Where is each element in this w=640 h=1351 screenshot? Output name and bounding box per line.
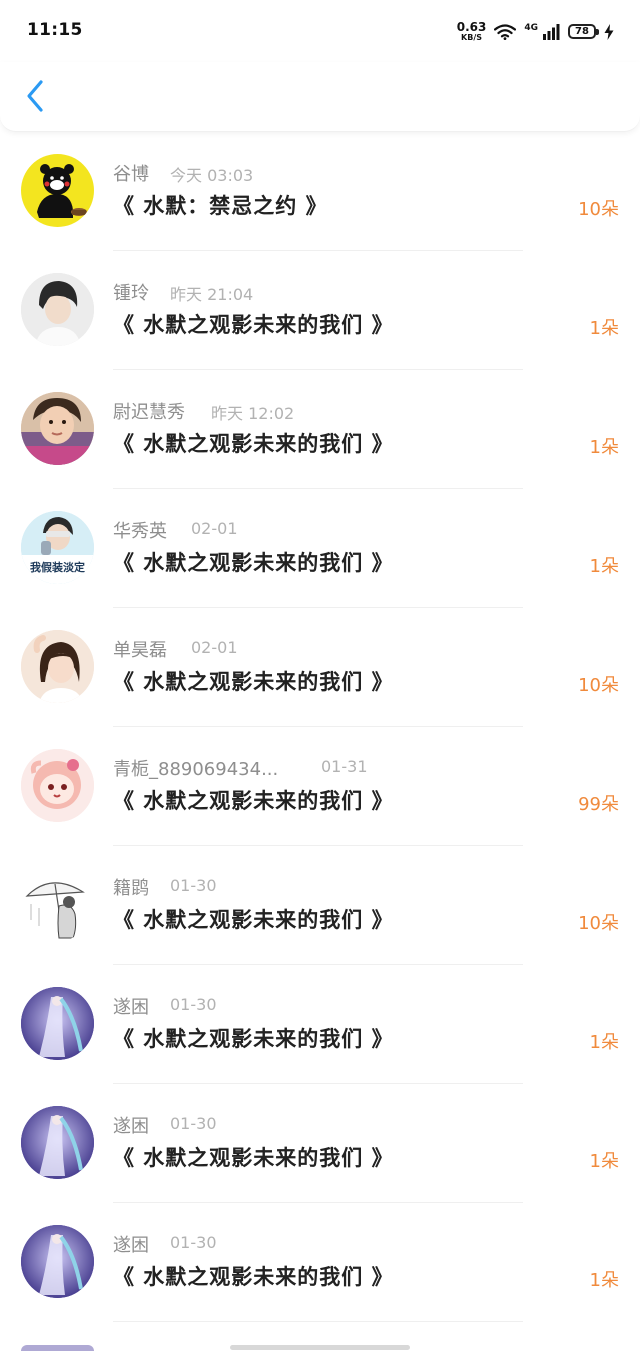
- anime-avatar-icon: [21, 987, 94, 1060]
- list-item[interactable]: 籍鹍 01-30 《 水默之观影未来的我们 》 10朵: [0, 847, 640, 966]
- list-item[interactable]: 锺玲 昨天 21:04 《 水默之观影未来的我们 》 1朵: [0, 252, 640, 371]
- avatar-caption: 我假装淡定: [30, 561, 85, 574]
- flower-count: 1朵: [589, 318, 619, 339]
- record-time: 01-30: [170, 876, 217, 895]
- flower-count: 1朵: [589, 437, 619, 458]
- status-icons: 0.63 KB/S 4G 78: [457, 21, 614, 42]
- flower-count: 1朵: [589, 556, 619, 577]
- nav-header: [0, 62, 640, 132]
- user-name: 锺玲: [113, 283, 149, 304]
- record-time: 今天 03:03: [170, 166, 254, 185]
- record-time: 昨天 12:02: [211, 404, 295, 423]
- work-title[interactable]: 《 水默之观影未来的我们 》: [113, 1142, 394, 1172]
- work-title[interactable]: 《 水默：禁忌之约 》: [113, 190, 328, 220]
- cartoon-avatar-icon: [21, 749, 94, 822]
- charging-icon: [604, 23, 614, 40]
- work-title[interactable]: 《 水默之观影未来的我们 》: [113, 666, 394, 696]
- user-name: 谷博: [113, 164, 149, 185]
- flower-count: 1朵: [589, 1032, 619, 1053]
- flower-count: 10朵: [578, 913, 619, 934]
- list-item[interactable]: 遂困 01-30 《 水默之观影未来的我们 》 1朵: [0, 966, 640, 1085]
- list-item[interactable]: 单昊磊 02-01 《 水默之观影未来的我们 》 10朵: [0, 609, 640, 728]
- work-title[interactable]: 《 水默之观影未来的我们 》: [113, 1261, 394, 1291]
- umbrella-avatar-icon: [21, 868, 94, 941]
- record-time: 02-01: [191, 519, 238, 538]
- list-item[interactable]: 青栀_889069434... 01-31 《 水默之观影未来的我们 》 99朵: [0, 728, 640, 847]
- list-item[interactable]: 遂困 01-30 《 水默之观影未来的我们 》 1朵: [0, 1085, 640, 1204]
- user-name: 尉迟慧秀: [113, 402, 185, 423]
- work-title[interactable]: 《 水默之观影未来的我们 》: [113, 309, 394, 339]
- work-title[interactable]: 《 水默之观影未来的我们 》: [113, 1023, 394, 1053]
- work-title[interactable]: 《 水默之观影未来的我们 》: [113, 547, 394, 577]
- record-time: 01-30: [170, 1233, 217, 1252]
- flower-count: 99朵: [578, 794, 619, 815]
- user-name: 遂困: [113, 1116, 149, 1137]
- avatar[interactable]: 我假装淡定: [21, 511, 94, 584]
- record-time: 昨天 21:04: [170, 285, 254, 304]
- flower-count: 1朵: [589, 1151, 619, 1172]
- list-item[interactable]: 我假装淡定 华秀英 02-01 《 水默之观影未来的我们 》 1朵: [0, 490, 640, 609]
- flower-count: 1朵: [589, 1270, 619, 1291]
- home-indicator[interactable]: [230, 1345, 410, 1350]
- avatar[interactable]: [21, 273, 94, 346]
- avatar[interactable]: [21, 868, 94, 941]
- avatar[interactable]: [21, 749, 94, 822]
- list-item[interactable]: 遂困 01-30 《 水默之观影未来的我们 》 1朵: [0, 1204, 640, 1323]
- chevron-left-icon: [27, 80, 43, 112]
- list-item[interactable]: 谷博 今天 03:03 《 水默：禁忌之约 》 10朵: [0, 133, 640, 252]
- status-time: 11:15: [27, 20, 83, 40]
- user-name: 单昊磊: [113, 640, 167, 661]
- anime-avatar-icon: [21, 1106, 94, 1179]
- avatar[interactable]: [21, 630, 94, 703]
- user-name: 遂困: [113, 997, 149, 1018]
- next-item-avatar: [21, 1345, 94, 1351]
- record-time: 01-30: [170, 995, 217, 1014]
- battery-level: 78: [575, 26, 589, 37]
- bear-avatar-icon: [37, 164, 87, 218]
- status-bar: 11:15 0.63 KB/S 4G 78: [0, 0, 640, 62]
- network-speed-unit: KB/S: [461, 33, 483, 42]
- user-name: 遂困: [113, 1235, 149, 1256]
- work-title[interactable]: 《 水默之观影未来的我们 》: [113, 904, 394, 934]
- gift-record-list: 谷博 今天 03:03 《 水默：禁忌之约 》 10朵 锺玲 昨天 21:04 …: [0, 133, 640, 1323]
- flower-count: 10朵: [578, 675, 619, 696]
- battery-icon: 78: [568, 24, 599, 39]
- flower-count: 10朵: [578, 199, 619, 220]
- avatar[interactable]: [21, 154, 94, 227]
- girl-avatar-icon: [21, 630, 94, 703]
- user-name: 青栀_889069434...: [113, 759, 279, 780]
- signal-icon: [543, 23, 560, 40]
- work-title[interactable]: 《 水默之观影未来的我们 》: [113, 785, 394, 815]
- network-type: 4G: [524, 23, 538, 33]
- user-name: 籍鹍: [113, 878, 149, 899]
- child-avatar-icon: [21, 392, 94, 465]
- record-time: 01-30: [170, 1114, 217, 1133]
- user-name: 华秀英: [113, 521, 167, 542]
- network-speed-value: 0.63: [456, 20, 487, 34]
- avatar[interactable]: [21, 987, 94, 1060]
- anime-avatar-icon: [21, 1225, 94, 1298]
- avatar[interactable]: [21, 1106, 94, 1179]
- list-item[interactable]: 尉迟慧秀 昨天 12:02 《 水默之观影未来的我们 》 1朵: [0, 371, 640, 490]
- back-button[interactable]: [18, 76, 52, 116]
- network-speed: 0.63 KB/S: [457, 21, 487, 42]
- person-avatar-icon: [21, 273, 94, 346]
- work-title[interactable]: 《 水默之观影未来的我们 》: [113, 428, 394, 458]
- record-time: 01-31: [321, 757, 368, 776]
- wifi-icon: [494, 23, 517, 40]
- avatar[interactable]: [21, 392, 94, 465]
- avatar[interactable]: [21, 1225, 94, 1298]
- record-time: 02-01: [191, 638, 238, 657]
